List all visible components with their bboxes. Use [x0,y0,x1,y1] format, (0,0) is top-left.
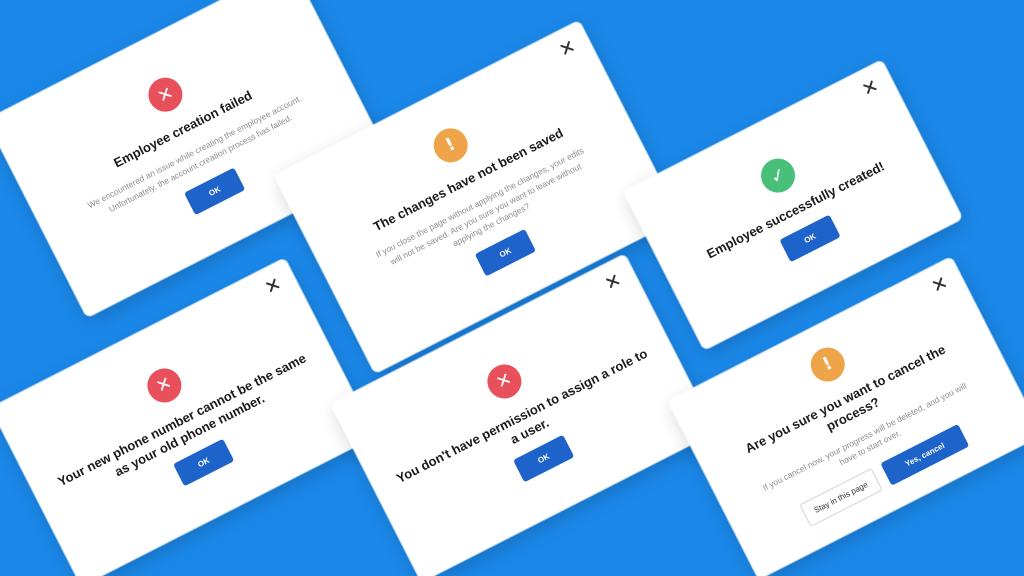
checkmark-icon: ✓ [755,152,801,199]
close-icon[interactable] [263,276,282,295]
close-icon[interactable] [861,78,880,97]
warning-icon: ! [427,122,474,169]
close-icon[interactable] [930,275,949,294]
error-x-icon: ✕ [481,358,528,404]
error-x-icon: ✕ [142,72,189,118]
error-x-icon: ✕ [141,362,188,408]
dialogs-canvas: ✕ Employee creation failed We encountere… [0,0,1024,576]
dialog-phone-number-same: ✕ Your new phone number cannot be the sa… [0,257,376,576]
warning-icon: ! [804,341,851,388]
close-icon[interactable] [603,272,622,291]
close-icon[interactable] [558,38,577,57]
